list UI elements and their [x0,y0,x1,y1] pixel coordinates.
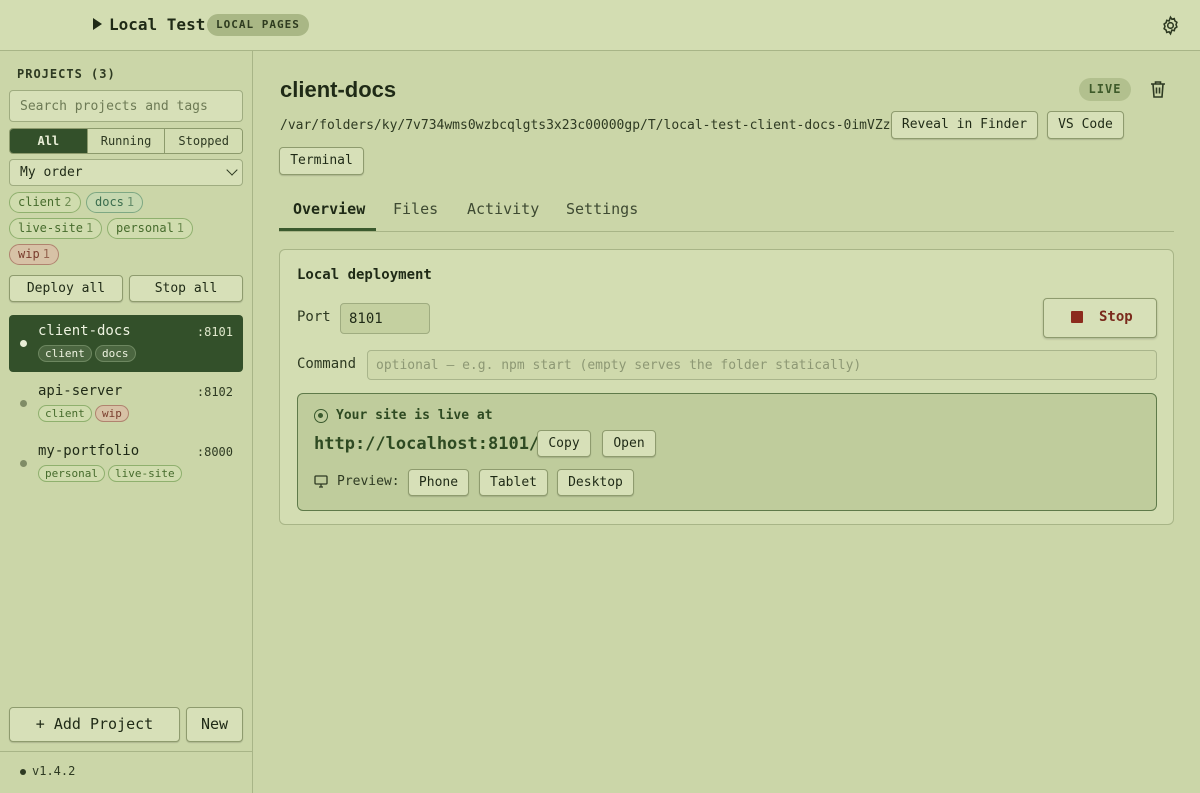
project-tag: client [38,405,92,422]
filter-running[interactable]: Running [87,129,166,153]
tab-bar: Overview Files Activity Settings [279,192,1174,232]
command-input[interactable] [367,350,1157,380]
tag-filter-wip[interactable]: wip 1 [9,244,59,265]
project-tag: wip [95,405,129,422]
stop-icon [1071,311,1083,323]
stop-all-button[interactable]: Stop all [129,275,243,302]
page-title: client-docs [280,77,397,102]
project-item-my-portfolio[interactable]: my-portfolio :8000 personal live-site [9,435,243,492]
tab-overview[interactable]: Overview [293,200,365,218]
tag-filter-docs[interactable]: docs 1 [86,192,144,213]
sort-select[interactable]: My order [9,159,243,186]
project-path: /var/folders/ky/7v734wms0wzbcqlgts3x23c0… [280,118,891,133]
new-project-button[interactable]: New [186,707,243,742]
tag-label: client [18,195,62,209]
version-status-dot [20,769,26,775]
local-deployment-card: Local deployment Port Stop Command Your … [279,249,1174,525]
tag-count: 1 [86,221,94,235]
project-port: :8000 [196,445,233,459]
preview-phone-button[interactable]: Phone [408,469,469,496]
project-tag: personal [38,465,105,482]
filter-stopped[interactable]: Stopped [165,129,242,153]
tag-count: 1 [126,195,135,209]
tag-count: 1 [176,221,185,235]
project-port: :8102 [196,385,233,399]
copy-url-button[interactable]: Copy [537,430,591,457]
tag-count: 1 [42,247,50,261]
filter-all[interactable]: All [10,129,88,153]
version-label: v1.4.2 [32,764,76,778]
active-tab-indicator [279,228,376,231]
app-title: Local Test [109,15,206,34]
status-filter: All Running Stopped [9,128,243,154]
tab-settings[interactable]: Settings [566,200,638,218]
stop-button[interactable]: Stop [1043,298,1157,338]
preview-desktop-button[interactable]: Desktop [557,469,634,496]
preview-tablet-button[interactable]: Tablet [479,469,548,496]
add-project-button[interactable]: + Add Project [9,707,180,742]
tag-count: 2 [64,195,72,209]
tab-activity[interactable]: Activity [467,200,539,218]
project-name: api-server [38,383,123,399]
port-input[interactable] [340,303,430,334]
live-indicator-icon [314,409,328,423]
live-url-link[interactable]: http://localhost:8101/ [314,434,539,454]
sidebar: PROJECTS (3) All Running Stopped My orde… [0,51,253,793]
card-heading: Local deployment [297,267,432,283]
tag-label: wip [18,247,40,261]
sort-value: My order [20,165,83,180]
project-port: :8101 [196,325,233,339]
projects-heading: PROJECTS (3) [17,67,116,81]
sidebar-divider [0,751,252,752]
vs-code-button[interactable]: VS Code [1047,111,1124,139]
search-input[interactable] [9,90,243,122]
terminal-button[interactable]: Terminal [279,147,364,175]
chevron-down-icon [226,164,238,176]
live-heading: Your site is live at [336,408,493,423]
status-dot [20,340,27,347]
tag-label: personal [116,221,174,235]
tag-filter-personal[interactable]: personal 1 [107,218,194,239]
project-tag: client [38,345,92,362]
reveal-in-finder-button[interactable]: Reveal in Finder [891,111,1038,139]
project-name: client-docs [38,323,131,339]
monitor-icon [314,475,328,488]
trash-icon[interactable] [1150,80,1166,99]
local-pages-badge: LOCAL PAGES [207,14,309,36]
tag-label: docs [95,195,124,209]
port-label: Port [297,309,331,325]
top-bar: Local Test LOCAL PAGES [0,0,1200,51]
gear-icon[interactable] [1160,15,1181,36]
project-item-api-server[interactable]: api-server :8102 client wip [9,375,243,432]
tab-files[interactable]: Files [393,200,438,218]
status-badge: LIVE [1079,78,1131,101]
preview-label: Preview: [337,474,400,489]
project-name: my-portfolio [38,443,140,459]
tag-label: live-site [18,221,84,235]
live-status-panel: Your site is live at http://localhost:81… [297,393,1157,511]
project-item-client-docs[interactable]: client-docs :8101 client docs [9,315,243,372]
tag-filter-client[interactable]: client 2 [9,192,81,213]
open-url-button[interactable]: Open [602,430,656,457]
play-icon [93,18,102,30]
stop-label: Stop [1099,309,1133,325]
command-label: Command [297,356,357,372]
tag-filter-live-site[interactable]: live-site 1 [9,218,103,239]
project-tag: live-site [108,465,182,482]
status-dot [20,400,27,407]
project-tag: docs [95,345,136,362]
status-dot [20,460,27,467]
deploy-all-button[interactable]: Deploy all [9,275,123,302]
